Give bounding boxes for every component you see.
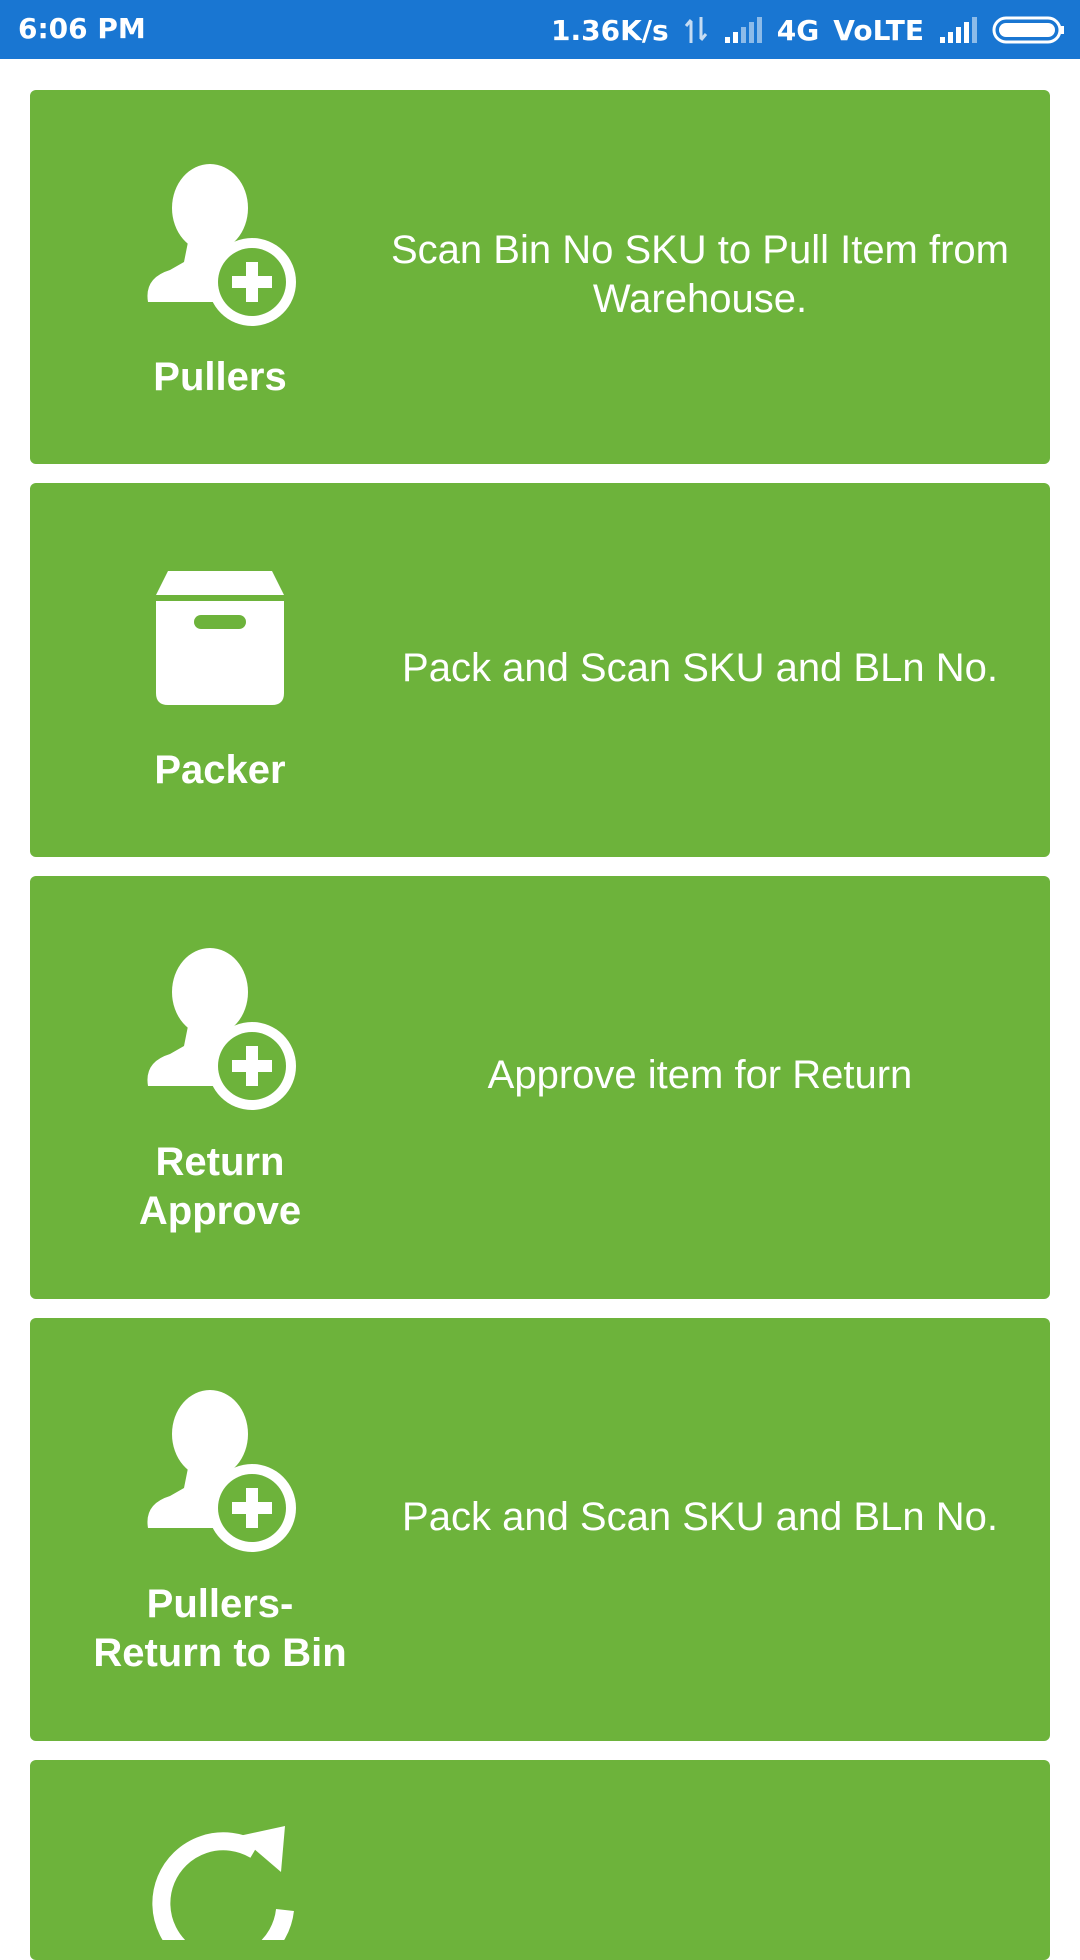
refresh-icon xyxy=(152,1826,294,1940)
volte-label: VoLTE xyxy=(833,13,924,47)
signal-strong-icon xyxy=(940,17,977,43)
add-user-icon xyxy=(147,948,296,1110)
card-description: Scan Bin No SKU to Pull Item from Wareho… xyxy=(390,228,1009,321)
card-title: Pullers- Return to Bin xyxy=(93,1582,347,1675)
signal-weak-icon xyxy=(724,17,762,43)
card-title: Pullers xyxy=(153,355,287,399)
packer-card[interactable]: Packer Pack and Scan SKU and BLn No. xyxy=(30,483,1050,857)
network-speed: 1.36K/s xyxy=(551,13,669,47)
box-icon xyxy=(156,571,284,705)
status-icons: 1.36K/s 4G VoLTE xyxy=(537,10,1066,50)
refresh-card[interactable] xyxy=(30,1760,1050,1960)
card-title: Return Approve xyxy=(138,1140,302,1233)
data-transfer-icon xyxy=(684,17,707,43)
card-description: Pack and Scan SKU and BLn No. xyxy=(402,1495,998,1539)
add-user-icon xyxy=(147,1390,296,1552)
pullers-card[interactable]: Pullers Scan Bin No SKU to Pull Item fro… xyxy=(30,90,1050,464)
status-bar: 6:06 PM 1.36K/s 4G VoLTE xyxy=(0,0,1080,59)
network-type: 4G xyxy=(776,13,820,47)
card-description: Pack and Scan SKU and BLn No. xyxy=(402,646,998,690)
battery-icon xyxy=(992,16,1064,44)
pullers-return-to-bin-card[interactable]: Pullers- Return to Bin Pack and Scan SKU… xyxy=(30,1318,1050,1741)
status-time: 6:06 PM xyxy=(18,12,146,45)
add-user-icon xyxy=(147,164,296,326)
card-description: Approve item for Return xyxy=(487,1053,913,1097)
return-approve-card[interactable]: Return Approve Approve item for Return xyxy=(30,876,1050,1299)
card-title: Packer xyxy=(154,748,286,792)
